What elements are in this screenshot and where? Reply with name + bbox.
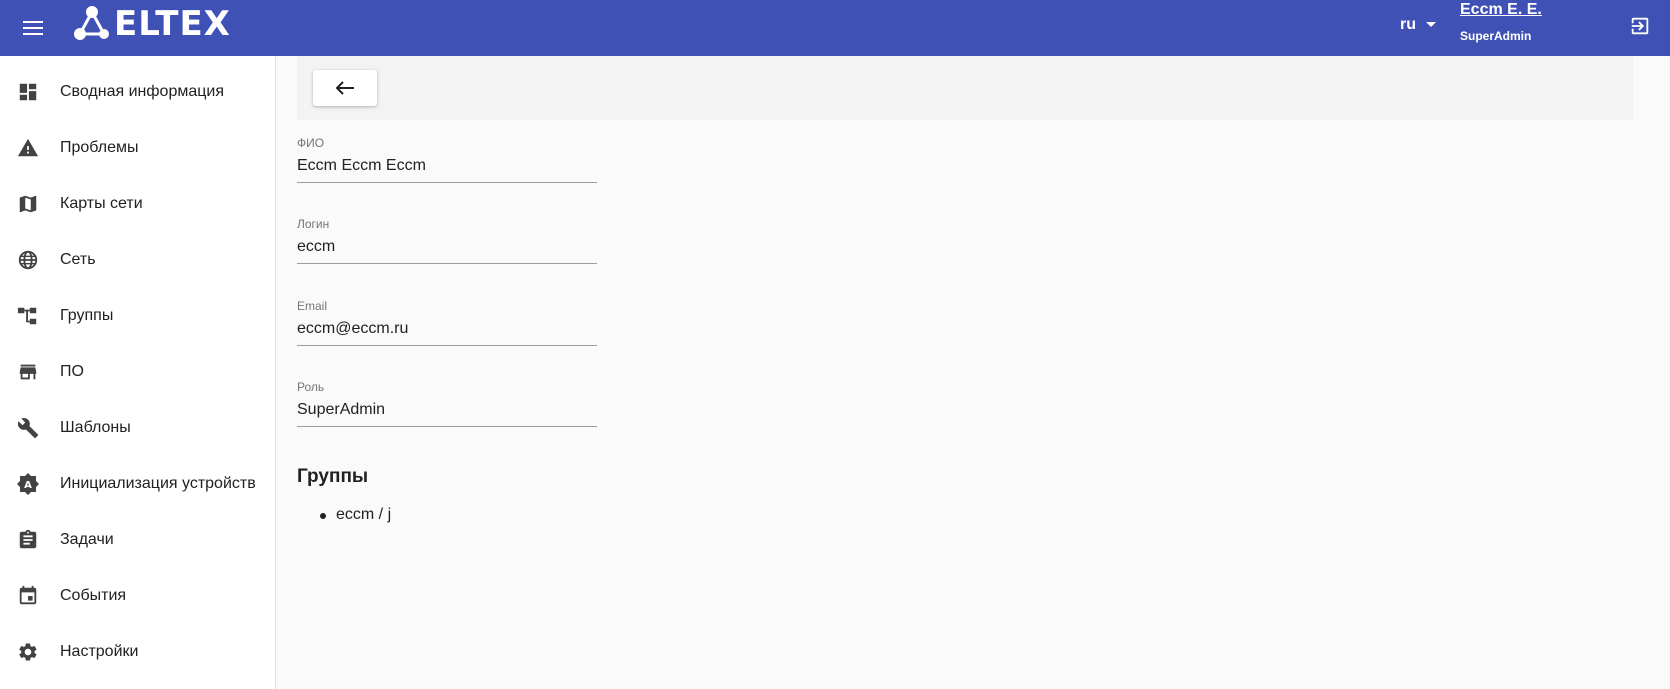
login-label: Логин [297, 217, 330, 231]
warning-icon [16, 136, 40, 160]
login-field: Логин eccm [297, 217, 597, 264]
sidebar-item-label: Инициализация устройств [60, 475, 256, 492]
hamburger-menu-icon [23, 21, 43, 35]
svg-text:A: A [24, 480, 32, 491]
email-label: Email [297, 299, 328, 313]
language-value: ru [1400, 16, 1416, 33]
email-value[interactable]: eccm@eccm.ru [297, 319, 597, 346]
role-field: Роль SuperAdmin [297, 380, 597, 427]
language-select[interactable]: ru [1400, 14, 1436, 36]
groups-list: eccm / j [320, 505, 391, 525]
sidebar-item-label: Проблемы [60, 139, 139, 156]
groups-heading: Группы [297, 466, 369, 487]
globe-icon [16, 248, 40, 272]
logout-button[interactable] [1626, 12, 1654, 40]
calendar-icon [16, 584, 40, 608]
fio-value[interactable]: Eccm Eccm Eccm [297, 156, 597, 183]
sidebar-item-summary[interactable]: Сводная информация [0, 64, 275, 120]
caret-down-icon [1426, 22, 1436, 27]
sidebar-item-network-maps[interactable]: Карты сети [0, 176, 275, 232]
clipboard-icon [16, 528, 40, 552]
list-item: eccm / j [320, 505, 391, 525]
logout-icon [1631, 17, 1649, 35]
fio-label: ФИО [297, 136, 325, 150]
sidebar-item-problems[interactable]: Проблемы [0, 120, 275, 176]
sidebar-item-label: События [60, 587, 127, 604]
wrench-icon [16, 416, 40, 440]
sidebar-item-label: Сеть [60, 251, 96, 268]
sidebar-item-label: Сводная информация [60, 83, 224, 100]
sidebar-item-label: Шаблоны [60, 419, 131, 436]
store-icon [16, 360, 40, 384]
sidebar-item-network[interactable]: Сеть [0, 232, 275, 288]
map-icon [16, 192, 40, 216]
back-button[interactable] [313, 70, 377, 106]
auto-badge-icon: A [16, 472, 40, 496]
brand-name: ELTEX [114, 4, 231, 44]
tree-icon [16, 304, 40, 328]
sidebar-item-label: Группы [60, 307, 114, 324]
logo-mark-icon [74, 6, 109, 40]
sidebar-item-label: Карты сети [60, 195, 143, 212]
sidebar-item-label: Задачи [60, 531, 114, 548]
eltex-logo[interactable]: ELTEX [72, 2, 231, 46]
sidebar-item-device-init[interactable]: A Инициализация устройств [0, 456, 275, 512]
fio-field: ФИО Eccm Eccm Eccm [297, 136, 597, 183]
user-name-link[interactable]: Eccm E. E. [1460, 0, 1542, 20]
user-info: Eccm E. E. SuperAdmin [1460, 0, 1542, 43]
dashboard-icon [16, 80, 40, 104]
sidebar-nav: Сводная информация Проблемы Карты сети С… [0, 56, 276, 689]
role-value[interactable]: SuperAdmin [297, 400, 597, 427]
email-field: Email eccm@eccm.ru [297, 299, 597, 346]
sidebar-item-software[interactable]: ПО [0, 344, 275, 400]
gear-icon [16, 640, 40, 664]
role-label: Роль [297, 380, 325, 394]
sidebar-item-events[interactable]: События [0, 568, 275, 624]
user-role: SuperAdmin [1460, 29, 1532, 43]
page-toolbar [297, 56, 1633, 120]
sidebar-item-settings[interactable]: Настройки [0, 624, 275, 680]
sidebar-item-tasks[interactable]: Задачи [0, 512, 275, 568]
sidebar-item-label: Настройки [60, 643, 139, 660]
top-app-bar: ELTEX ru Eccm E. E. SuperAdmin [0, 0, 1670, 56]
sidebar-item-templates[interactable]: Шаблоны [0, 400, 275, 456]
arrow-left-icon [335, 81, 354, 95]
login-value[interactable]: eccm [297, 237, 597, 264]
sidebar-item-label: ПО [60, 363, 84, 380]
sidebar-item-groups[interactable]: Группы [0, 288, 275, 344]
menu-button[interactable] [18, 13, 48, 43]
